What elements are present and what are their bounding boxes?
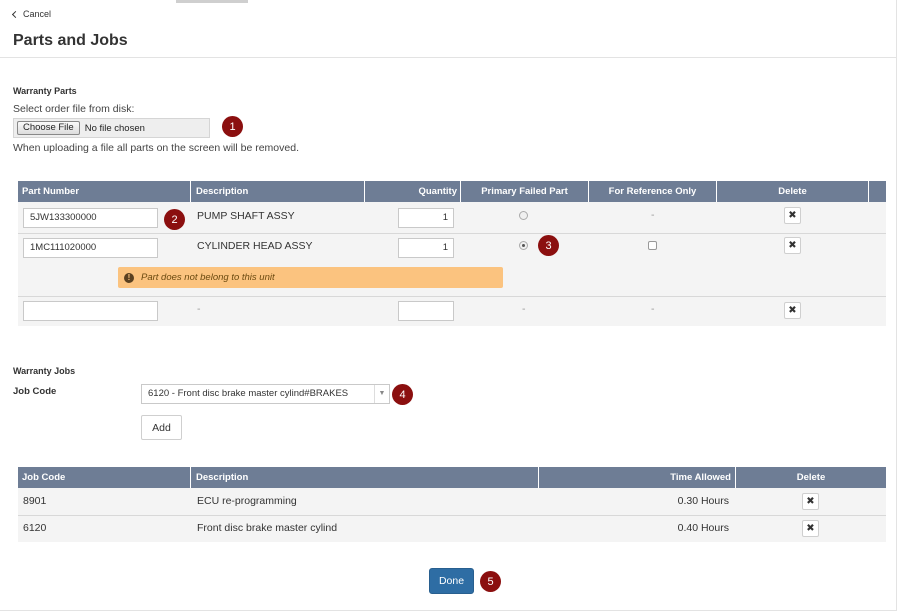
delete-part-button[interactable]: ✖	[784, 207, 801, 224]
close-icon: ✖	[788, 210, 797, 221]
close-icon: ✖	[788, 305, 797, 316]
delete-part-button[interactable]: ✖	[784, 302, 801, 319]
job-code-cell: 8901	[23, 495, 47, 507]
delete-part-button[interactable]: ✖	[784, 237, 801, 254]
file-status: No file chosen	[84, 122, 145, 134]
warranty-parts-heading: Warranty Parts	[13, 86, 77, 96]
col-description: Description	[191, 181, 365, 202]
chevron-left-icon	[11, 10, 20, 18]
parts-table-header: Part Number Description Quantity Primary…	[18, 181, 886, 202]
cancel-label: Cancel	[23, 9, 52, 19]
delete-job-button[interactable]: ✖	[802, 493, 819, 510]
warranty-jobs-heading: Warranty Jobs	[13, 366, 76, 376]
part-number-input[interactable]: 1MC111020000	[23, 238, 158, 258]
job-code-select[interactable]: 6120 - Front disc brake master cylind#BR…	[141, 384, 390, 404]
page-title: Parts and Jobs	[13, 32, 128, 49]
close-icon: ✖	[788, 240, 797, 251]
part-description: CYLINDER HEAD ASSY	[197, 240, 313, 252]
page-panel: Cancel Parts and Jobs Warranty Parts Sel…	[0, 0, 897, 611]
part-number-input[interactable]	[23, 301, 158, 321]
callout-badge-5: 5	[480, 571, 501, 592]
done-button[interactable]: Done	[429, 568, 474, 594]
cancel-link[interactable]: Cancel	[11, 9, 52, 19]
quantity-input[interactable]: 1	[398, 208, 454, 228]
select-file-label: Select order file from disk:	[13, 103, 135, 115]
delete-job-button[interactable]: ✖	[802, 520, 819, 537]
exclamation-icon: !	[124, 272, 134, 283]
job-description-cell: Front disc brake master cylind	[197, 522, 338, 534]
job-description-cell: ECU re-programming	[197, 495, 297, 507]
col-part-number: Part Number	[18, 181, 191, 202]
part-description: PUMP SHAFT ASSY	[197, 210, 295, 222]
part-warning-alert: ! Part does not belong to this unit	[118, 267, 503, 288]
choose-file-button[interactable]: Choose File	[17, 121, 80, 135]
time-allowed-cell: 0.40 Hours	[677, 522, 729, 534]
close-icon: ✖	[806, 523, 815, 534]
table-row	[18, 516, 886, 542]
col-delete: Delete	[717, 181, 869, 202]
upload-note: When uploading a file all parts on the s…	[13, 142, 299, 154]
primary-failed-radio[interactable]	[519, 241, 528, 250]
col-time-allowed: Time Allowed	[539, 467, 736, 488]
quantity-input[interactable]: 1	[398, 238, 454, 258]
primary-failed-radio[interactable]	[519, 211, 528, 220]
job-code-cell: 6120	[23, 522, 47, 534]
chevron-down-icon[interactable]: ▼	[374, 385, 389, 403]
time-allowed-cell: 0.30 Hours	[677, 495, 729, 507]
title-divider	[0, 57, 897, 58]
close-icon: ✖	[806, 496, 815, 507]
reference-only-checkbox[interactable]	[648, 241, 657, 250]
col-for-reference-only: For Reference Only	[589, 181, 717, 202]
callout-badge-4: 4	[392, 384, 413, 405]
job-code-label: Job Code	[13, 386, 57, 397]
col-primary-failed-part: Primary Failed Part	[461, 181, 589, 202]
col-quantity: Quantity	[365, 181, 461, 202]
quantity-input[interactable]	[398, 301, 454, 321]
callout-badge-2: 2	[164, 209, 185, 230]
callout-badge-1: 1	[222, 116, 243, 137]
jobs-table-header: Job Code Description Time Allowed Delete	[18, 467, 886, 488]
col-job-description: Description	[191, 467, 539, 488]
table-row	[18, 488, 886, 515]
file-input[interactable]: Choose File No file chosen	[13, 118, 210, 138]
part-description: -	[197, 303, 201, 315]
warning-message: Part does not belong to this unit	[141, 272, 275, 283]
col-job-code: Job Code	[18, 467, 191, 488]
reference-placeholder: -	[651, 209, 655, 221]
add-job-button[interactable]: Add	[141, 415, 182, 440]
job-code-selected: 6120 - Front disc brake master cylind#BR…	[148, 388, 349, 399]
part-number-input[interactable]: 5JW133300000	[23, 208, 158, 228]
callout-badge-3: 3	[538, 235, 559, 256]
reference-placeholder: -	[651, 303, 655, 315]
col-job-delete: Delete	[796, 472, 826, 483]
primary-failed-placeholder: -	[522, 303, 526, 315]
